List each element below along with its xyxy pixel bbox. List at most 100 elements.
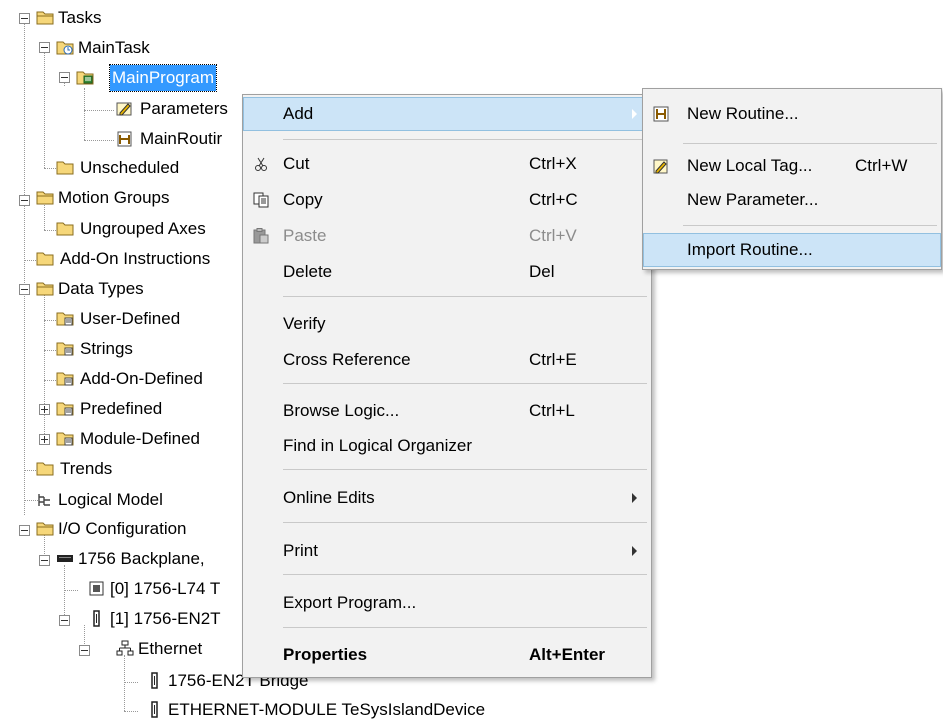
menu-item-label: Cut: [283, 154, 310, 173]
menu-item-add[interactable]: Add: [243, 97, 651, 131]
menu-separator: [283, 139, 647, 140]
menu-item-label: Print: [283, 541, 318, 560]
menu-item-label: New Routine...: [687, 104, 799, 123]
tree-line: [124, 711, 138, 712]
datatype-folder-icon: [56, 342, 74, 356]
tree-line: [44, 205, 45, 230]
expand-toggle[interactable]: [39, 434, 50, 445]
tree-node-label: 1756 Backplane,: [78, 549, 205, 568]
menu-item-label: Add: [283, 104, 314, 123]
tree-node-label: MainTask: [78, 38, 150, 57]
tree-line: [84, 110, 114, 111]
tree-node-label: Module-Defined: [80, 429, 201, 448]
menu-item-browse-logic[interactable]: Browse Logic... Ctrl+L: [243, 394, 651, 428]
menu-separator: [683, 225, 937, 226]
routine-icon: [117, 131, 132, 147]
folder-open-icon: [36, 522, 54, 536]
menu-item-label: New Local Tag...: [687, 156, 813, 175]
tree-node-label: Data Types: [58, 279, 144, 298]
collapse-toggle[interactable]: [39, 555, 50, 566]
collapse-toggle[interactable]: [19, 284, 30, 295]
menu-item-label: Find in Logical Organizer: [283, 436, 472, 455]
scissors-icon: [255, 157, 267, 171]
menu-separator: [283, 383, 647, 384]
menu-item-copy[interactable]: Copy Ctrl+C: [243, 183, 651, 217]
menu-item-paste[interactable]: Paste Ctrl+V: [243, 219, 651, 253]
tree-node-label: I/O Configuration: [58, 519, 187, 538]
menu-item-label: Browse Logic...: [283, 401, 400, 420]
tree-node-label: ETHERNET-MODULE TeSysIslandDevice: [168, 700, 486, 719]
copy-icon: [253, 192, 269, 208]
collapse-toggle[interactable]: [79, 645, 90, 656]
menu-shortcut: Ctrl+X: [529, 154, 577, 173]
tree-node-label: Add-On-Defined: [80, 369, 203, 388]
menu-item-cut[interactable]: Cut Ctrl+X: [243, 147, 651, 181]
menu-item-label: Cross Reference: [283, 350, 411, 369]
collapse-toggle[interactable]: [59, 615, 70, 626]
menu-item-import-routine[interactable]: Import Routine...: [643, 233, 941, 267]
collapse-toggle[interactable]: [19, 13, 30, 24]
menu-item-export-program[interactable]: Export Program...: [243, 586, 651, 620]
tree-node-label: [1] 1756-EN2T: [110, 609, 221, 628]
tree-node-label: [0] 1756-L74 T: [110, 579, 221, 598]
tree-line: [84, 140, 114, 141]
menu-shortcut: Del: [529, 262, 555, 281]
menu-item-label: Export Program...: [283, 593, 417, 612]
tree-node-label: Unscheduled: [80, 158, 180, 177]
tree-line: [64, 565, 65, 621]
expand-toggle[interactable]: [39, 404, 50, 415]
menu-separator: [283, 574, 647, 575]
menu-shortcut: Ctrl+E: [529, 350, 577, 369]
folder-open-icon: [36, 191, 54, 205]
menu-shortcut: Ctrl+W: [855, 156, 908, 175]
datatype-folder-icon: [56, 372, 74, 386]
submenu-arrow-icon: [632, 546, 637, 556]
tree-line: [124, 682, 138, 683]
menu-shortcut: Alt+Enter: [529, 645, 606, 664]
tree-line: [64, 590, 78, 591]
tree-node-label: User-Defined: [80, 309, 181, 328]
folder-icon: [56, 222, 74, 236]
menu-item-label: Online Edits: [283, 488, 375, 507]
tree-node-label: Ungrouped Axes: [80, 219, 206, 238]
submenu-arrow-icon: [632, 109, 637, 119]
task-folder-icon: [56, 41, 74, 55]
tree-node-label: MainProgram: [108, 64, 218, 92]
menu-item-cross-reference[interactable]: Cross Reference Ctrl+E: [243, 343, 651, 377]
menu-item-properties[interactable]: Properties Alt+Enter: [243, 638, 651, 672]
menu-item-online-edits[interactable]: Online Edits: [243, 481, 651, 515]
menu-item-label: Delete: [283, 262, 333, 281]
module-icon: [151, 701, 158, 718]
folder-icon: [36, 462, 54, 476]
tree-node-label: Tasks: [58, 8, 102, 27]
collapse-toggle[interactable]: [59, 72, 70, 83]
program-folder-icon: [76, 71, 94, 85]
menu-item-new-routine[interactable]: New Routine...: [643, 97, 941, 131]
menu-item-label: Import Routine...: [687, 240, 813, 259]
folder-open-icon: [36, 282, 54, 296]
menu-item-new-parameter[interactable]: New Parameter...: [643, 183, 941, 217]
menu-item-label: Verify: [283, 314, 326, 333]
menu-item-delete[interactable]: Delete Del: [243, 255, 651, 289]
menu-item-new-local-tag[interactable]: New Local Tag... Ctrl+W: [643, 149, 941, 183]
tree-line: [124, 655, 125, 711]
menu-separator: [283, 296, 647, 297]
folder-icon: [36, 252, 54, 266]
tree-node-label: Add-On Instructions: [60, 249, 211, 268]
menu-item-verify[interactable]: Verify: [243, 307, 651, 341]
parameters-icon: [116, 102, 132, 116]
collapse-toggle[interactable]: [19, 525, 30, 536]
tree-line: [84, 88, 85, 140]
tree-node-label: Trends: [60, 459, 113, 478]
module-icon: [93, 610, 100, 627]
menu-item-find-logical[interactable]: Find in Logical Organizer: [243, 429, 651, 463]
menu-item-print[interactable]: Print: [243, 534, 651, 568]
tree-line: [44, 52, 45, 168]
collapse-toggle[interactable]: [39, 42, 50, 53]
collapse-toggle[interactable]: [19, 195, 30, 206]
backplane-icon: [57, 555, 73, 562]
network-icon: [116, 640, 134, 656]
tag-edit-icon: [653, 159, 668, 174]
tree-node-label: Logical Model: [58, 490, 163, 509]
tree-node-label: Parameters: [140, 99, 228, 118]
